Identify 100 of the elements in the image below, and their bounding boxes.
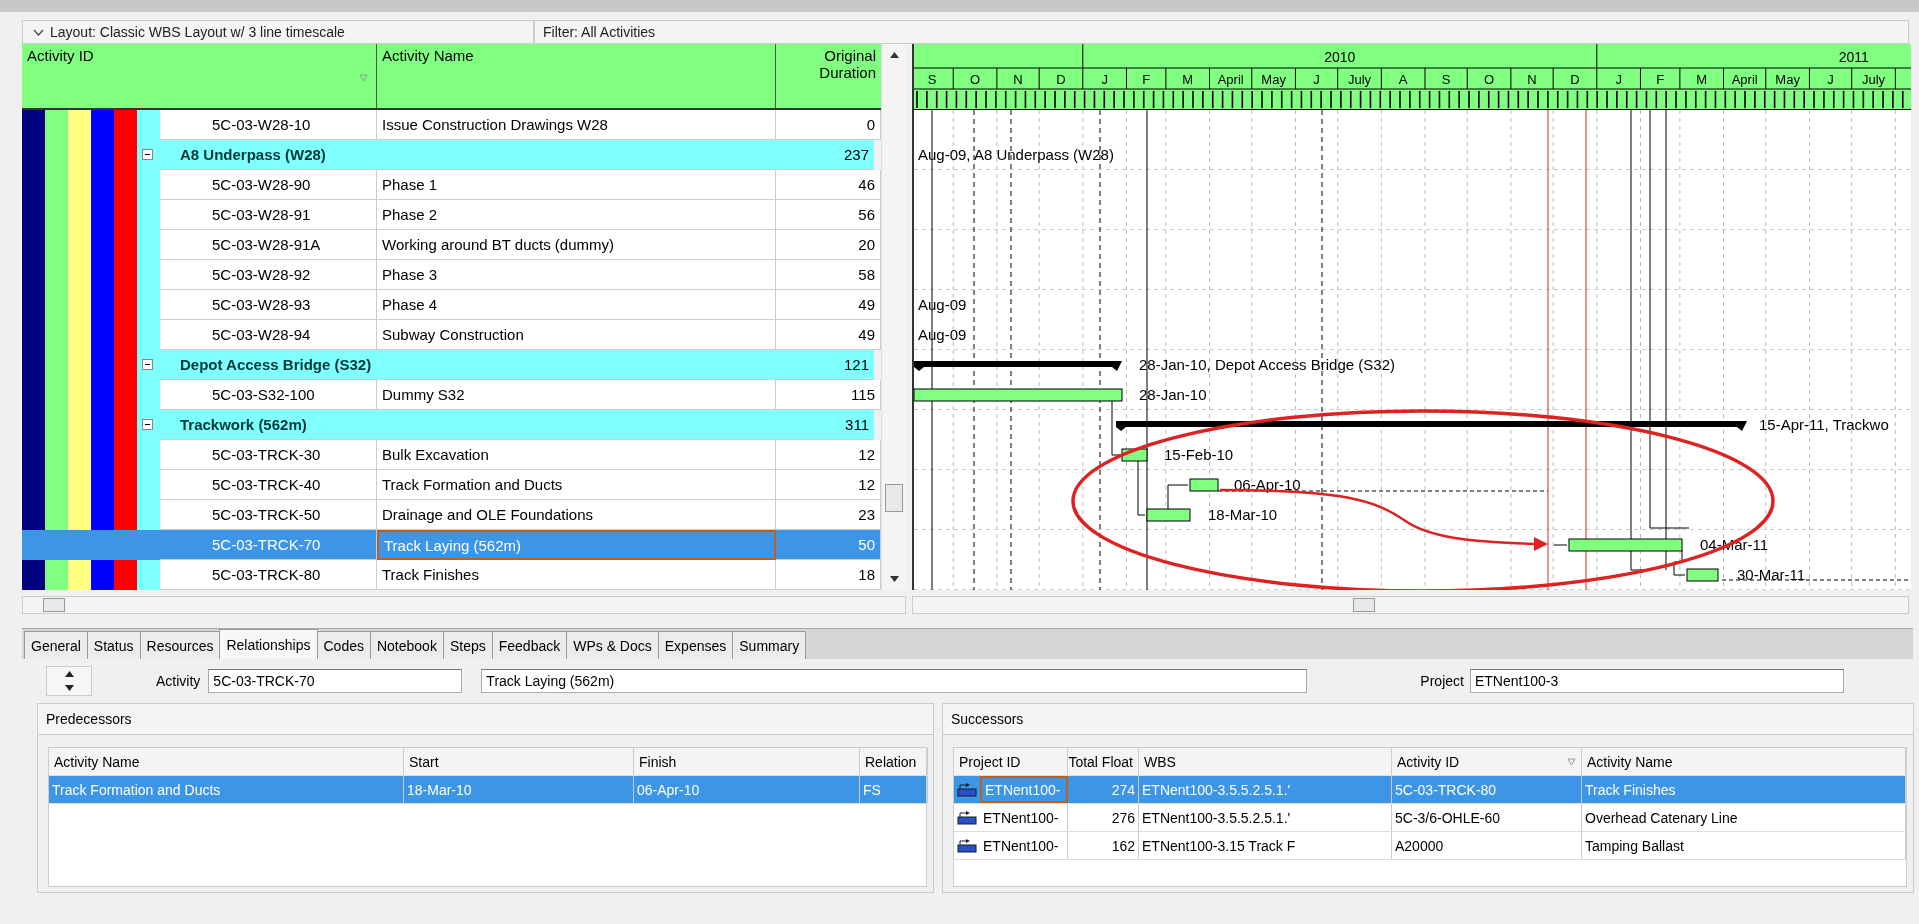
task-bar[interactable] xyxy=(914,388,1123,402)
tab[interactable]: Feedback xyxy=(491,631,568,659)
table-cell[interactable]: Working around BT ducts (dummy) xyxy=(377,230,776,260)
tab[interactable]: WPs & Docs xyxy=(566,631,659,659)
scroll-up-icon[interactable] xyxy=(889,52,899,58)
summary-bar[interactable] xyxy=(1116,421,1747,431)
table-cell[interactable]: 5C-03-W28-90 xyxy=(160,170,377,200)
column-header[interactable]: Original Duration xyxy=(776,44,881,108)
table-cell[interactable]: 5C-03-W28-10 xyxy=(160,110,377,140)
panel-title: Successors xyxy=(943,704,1913,735)
table-cell[interactable]: 5C-03-S32-100 xyxy=(160,380,377,410)
month-label: July xyxy=(1347,72,1372,87)
table-cell[interactable]: 5C-03-TRCK-40 xyxy=(160,470,377,500)
collapse-icon[interactable] xyxy=(142,359,153,370)
horizontal-scrollbar[interactable] xyxy=(912,596,1909,614)
tab[interactable]: General xyxy=(24,631,88,659)
scroll-down-icon[interactable] xyxy=(889,576,899,582)
column-header[interactable]: WBS xyxy=(1139,748,1392,775)
table-cell: 18 xyxy=(776,560,881,590)
table-cell[interactable]: Track Formation and Ducts xyxy=(377,470,776,500)
table-cell[interactable]: 5C-03-W28-92 xyxy=(160,260,377,290)
up-arrow-icon[interactable] xyxy=(64,671,74,677)
column-header[interactable]: Total Float xyxy=(1068,748,1139,775)
column-header[interactable]: Activity ID xyxy=(22,44,377,108)
activity-name-field[interactable]: Track Laying (562m) xyxy=(481,669,1308,693)
table-cell[interactable]: Dummy S32 xyxy=(377,380,776,410)
table-cell[interactable]: 5C-03-TRCK-80 xyxy=(160,560,377,590)
table-cell[interactable]: Drainage and OLE Foundations xyxy=(377,500,776,530)
caret-icon xyxy=(33,28,44,36)
month-label: July xyxy=(1861,72,1886,87)
wbs-band xyxy=(22,530,45,560)
scroll-thumb[interactable] xyxy=(885,484,903,512)
table-cell[interactable]: 5C-03-W28-91A xyxy=(160,230,377,260)
year-label: 2011 xyxy=(1838,49,1869,65)
month-label: A xyxy=(1398,72,1408,87)
table-cell: ETNent100-3.5.5.2.5.1.' xyxy=(1139,804,1392,831)
column-header[interactable]: Activity Name xyxy=(1582,748,1906,775)
table-cell[interactable]: 5C-03-TRCK-50 xyxy=(160,500,377,530)
month-label: D xyxy=(1570,72,1580,87)
tab[interactable]: Notebook xyxy=(369,631,444,659)
activity-id-field[interactable]: 5C-03-TRCK-70 xyxy=(208,669,463,693)
wbs-name[interactable]: Trackwork (562m) xyxy=(160,410,769,440)
project-field[interactable]: ETNent100-3 xyxy=(1469,669,1844,693)
tab[interactable]: Relationships xyxy=(219,629,318,659)
table-cell[interactable]: Bulk Excavation xyxy=(377,440,776,470)
tab[interactable]: Summary xyxy=(732,631,807,659)
table-cell[interactable]: Phase 1 xyxy=(377,170,776,200)
month-label: May xyxy=(1775,72,1800,87)
collapse-icon[interactable] xyxy=(142,149,153,160)
month-label: J xyxy=(1827,72,1834,87)
column-header[interactable]: Activity Name xyxy=(49,748,404,775)
month-label: O xyxy=(970,72,981,87)
column-header[interactable]: Start xyxy=(404,748,634,775)
table-cell[interactable]: Phase 2 xyxy=(377,200,776,230)
table-cell: 311 xyxy=(769,410,874,440)
spinner-control[interactable] xyxy=(46,666,92,696)
table-cell[interactable]: 5C-03-W28-94 xyxy=(160,320,377,350)
task-bar[interactable] xyxy=(1189,478,1219,492)
horizontal-scrollbar[interactable] xyxy=(22,596,906,614)
table-cell[interactable]: 5C-03-W28-91 xyxy=(160,200,377,230)
table-cell[interactable]: 5C-03-TRCK-30 xyxy=(160,440,377,470)
column-header[interactable]: Activity Name xyxy=(377,44,776,108)
tab[interactable]: Resources xyxy=(139,631,221,659)
month-label: J xyxy=(1313,72,1320,87)
table-cell[interactable]: Track Finishes xyxy=(377,560,776,590)
table-cell[interactable]: Phase 4 xyxy=(377,290,776,320)
table-cell: 12 xyxy=(776,440,881,470)
table-cell: 50 xyxy=(776,530,881,560)
table-cell: 12 xyxy=(776,470,881,500)
tab[interactable]: Expenses xyxy=(657,631,734,659)
table-cell: 162 xyxy=(1068,832,1139,859)
month-label: April xyxy=(1217,72,1244,87)
wbs-name[interactable]: A8 Underpass (W28) xyxy=(160,140,769,170)
layout-selector[interactable]: Layout: Classic WBS Layout w/ 3 line timescale xyxy=(22,20,534,44)
month-label: N xyxy=(1527,72,1537,87)
table-cell[interactable]: Issue Construction Drawings W28 xyxy=(377,110,776,140)
wbs-name[interactable]: Depot Access Bridge (S32) xyxy=(160,350,769,380)
summary-bar[interactable] xyxy=(914,361,1122,371)
vertical-scrollbar[interactable] xyxy=(881,44,906,590)
table-cell[interactable]: 5C-03-W28-93 xyxy=(160,290,377,320)
table-cell: 5C-3/6-OHLE-60 xyxy=(1392,804,1582,831)
column-header[interactable]: Project ID xyxy=(954,748,1068,775)
table-cell[interactable]: Subway Construction xyxy=(377,320,776,350)
table-cell: 49 xyxy=(776,320,881,350)
column-header[interactable]: Finish xyxy=(634,748,860,775)
down-arrow-icon[interactable] xyxy=(64,685,74,691)
collapse-icon[interactable] xyxy=(142,419,153,430)
tab[interactable]: Steps xyxy=(442,631,493,659)
column-header[interactable]: Relation xyxy=(860,748,928,775)
bar-label: Aug-09 xyxy=(918,296,967,313)
task-bar[interactable] xyxy=(1146,508,1191,522)
table-cell[interactable]: Phase 3 xyxy=(377,260,776,290)
task-bar[interactable] xyxy=(1568,538,1683,552)
column-header[interactable]: Activity ID xyxy=(1392,748,1582,775)
tab[interactable]: Status xyxy=(86,631,141,659)
month-label: M xyxy=(1696,72,1708,87)
table-cell: 18-Mar-10 xyxy=(404,776,634,803)
table-cell: ETNent100- xyxy=(980,804,1068,831)
tab[interactable]: Codes xyxy=(316,631,371,659)
task-bar[interactable] xyxy=(1686,568,1719,582)
